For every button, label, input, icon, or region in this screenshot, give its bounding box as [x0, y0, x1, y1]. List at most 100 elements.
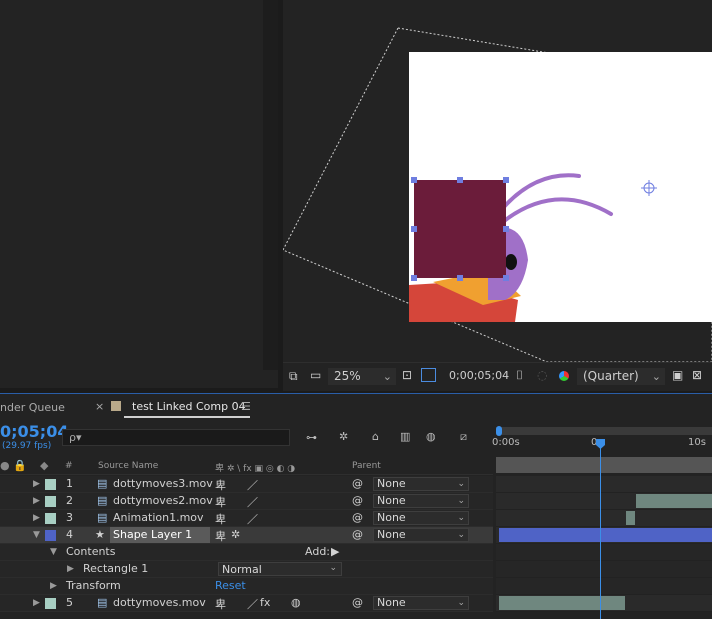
add-menu-icon[interactable]: ▶	[331, 545, 339, 558]
layer-search-input[interactable]: ρ▾	[62, 429, 290, 446]
pickwhip-icon[interactable]: @	[352, 528, 363, 541]
track-5[interactable]	[496, 595, 712, 612]
layer-number: 5	[66, 596, 73, 609]
pickwhip-icon[interactable]: @	[352, 511, 363, 524]
layer-row-5[interactable]: ▶ 5 ▤ dottymoves.mov 卑 ／ fx ◍ @ None ⌄	[0, 595, 493, 612]
motion-blur-icon[interactable]: ◍	[426, 430, 436, 443]
work-area-start-handle[interactable]	[496, 426, 502, 436]
source-name-header[interactable]: Source Name	[98, 461, 158, 471]
collapse-triangle-icon[interactable]: ▼	[50, 547, 57, 557]
timeline-header-strip	[496, 457, 712, 473]
collapse-triangle-icon[interactable]: ▼	[33, 530, 40, 540]
quality-switch-icon[interactable]: ／	[247, 596, 258, 612]
close-icon[interactable]: ×	[95, 400, 104, 413]
parent-dropdown[interactable]: None ⌄	[373, 511, 469, 525]
layer-duration-bar-3[interactable]	[626, 511, 635, 525]
rectangle-row[interactable]: ▶ Rectangle 1 Normal ⌄	[0, 561, 493, 578]
contents-label: Contents	[66, 545, 116, 558]
fast-previews-icon[interactable]: ▣	[672, 368, 683, 382]
parent-dropdown[interactable]: None ⌄	[373, 477, 469, 491]
chevron-down-icon: ⌄	[457, 496, 465, 506]
label-color-swatch[interactable]	[45, 598, 56, 609]
camera-icon[interactable]: ⌷	[516, 368, 523, 383]
grid-guides-icon[interactable]: ⊠	[692, 368, 702, 382]
shy-layers-icon[interactable]: ⌂	[372, 430, 379, 443]
footage-icon: ▤	[97, 596, 108, 609]
label-color-swatch[interactable]	[45, 496, 56, 507]
work-area-bar[interactable]	[496, 427, 712, 435]
pickwhip-icon[interactable]: @	[352, 494, 363, 507]
parent-dropdown[interactable]: None ⌄	[373, 596, 469, 610]
layer-number: 3	[66, 511, 73, 524]
composition-viewer[interactable]	[283, 0, 712, 362]
shy-switch-icon[interactable]: 卑	[215, 494, 226, 510]
shy-switch-icon[interactable]: 卑	[215, 596, 226, 612]
layer-duration-bar-2[interactable]	[636, 494, 712, 508]
track-4[interactable]	[496, 527, 712, 544]
effects-switch-icon[interactable]: fx	[260, 596, 270, 609]
layer-name[interactable]: dottymoves2.mov	[113, 494, 213, 507]
panel-scrollbar[interactable]	[263, 0, 278, 370]
layer-duration-bar-5[interactable]	[499, 596, 625, 610]
viewer-timecode[interactable]: 0;00;05;04	[449, 369, 509, 382]
transparency-grid-icon[interactable]	[421, 368, 436, 382]
pickwhip-icon[interactable]: @	[352, 477, 363, 490]
monitor-icon[interactable]: ▭	[310, 368, 321, 382]
comp-mini-flowchart-icon[interactable]: ⊶	[306, 431, 317, 444]
motion-blur-switch-icon[interactable]: ◍	[291, 596, 301, 609]
region-of-interest-icon[interactable]: ⊡	[402, 368, 412, 382]
viewer-canvas	[283, 27, 712, 362]
layer-name[interactable]: Shape Layer 1	[113, 528, 192, 541]
label-color-swatch[interactable]	[45, 479, 56, 490]
frame-blending-icon[interactable]: ▥	[400, 430, 410, 443]
expand-triangle-icon[interactable]: ▶	[33, 479, 40, 489]
shy-switch-icon[interactable]: 卑	[215, 511, 226, 527]
current-time-display[interactable]: 0;05;04	[0, 422, 68, 441]
show-snapshot-icon[interactable]: ◌	[537, 368, 547, 382]
label-color-swatch[interactable]	[45, 513, 56, 524]
layer-row-2[interactable]: ▶ 2 ▤ dottymoves2.mov 卑 ／ @ None ⌄	[0, 493, 493, 510]
panel-menu-icon[interactable]: ☰	[241, 400, 251, 413]
layer-name[interactable]: dottymoves.mov	[113, 596, 206, 609]
blend-mode-dropdown[interactable]: Normal ⌄	[218, 562, 342, 576]
layer-name[interactable]: dottymoves3.mov	[113, 477, 213, 490]
layer-row-3[interactable]: ▶ 3 ▤ Animation1.mov 卑 ／ @ None ⌄	[0, 510, 493, 527]
layer-name[interactable]: Animation1.mov	[113, 511, 204, 524]
track-2[interactable]	[496, 493, 712, 510]
expand-triangle-icon[interactable]: ▶	[33, 496, 40, 506]
parent-dropdown[interactable]: None ⌄	[373, 494, 469, 508]
comp-label-swatch	[111, 401, 121, 411]
shy-switch-icon[interactable]: 卑	[215, 477, 226, 493]
track-1[interactable]	[496, 476, 712, 493]
transform-row[interactable]: ▶ Transform Reset	[0, 578, 493, 595]
layer-row-4[interactable]: ▼ 4 ★ Shape Layer 1 卑 ✲ @ None ⌄	[0, 527, 493, 544]
current-time-indicator-line[interactable]	[600, 439, 601, 619]
parent-dropdown[interactable]: None ⌄	[373, 528, 469, 542]
expand-triangle-icon[interactable]: ▶	[67, 564, 74, 574]
layer-duration-bar-4[interactable]	[499, 528, 712, 542]
collapse-switch-icon[interactable]: ✲	[231, 528, 240, 541]
layer-number: 2	[66, 494, 73, 507]
expand-triangle-icon[interactable]: ▶	[33, 513, 40, 523]
label-color-swatch[interactable]	[45, 530, 56, 541]
graph-editor-icon[interactable]: ⧄	[460, 430, 467, 444]
shy-switch-icon[interactable]: 卑	[215, 528, 226, 544]
tab-test-linked-comp[interactable]: test Linked Comp 04	[132, 400, 246, 413]
quality-switch-icon[interactable]: ／	[247, 511, 258, 527]
pickwhip-icon[interactable]: @	[352, 596, 363, 609]
reset-link[interactable]: Reset	[215, 579, 246, 592]
expand-triangle-icon[interactable]: ▶	[33, 598, 40, 608]
tab-render-queue[interactable]: nder Queue	[0, 401, 65, 414]
contents-row[interactable]: ▼ Contents Add: ▶	[0, 544, 493, 561]
resolution-dropdown[interactable]: (Quarter) ⌄	[577, 368, 665, 385]
expand-triangle-icon[interactable]: ▶	[50, 581, 57, 591]
layer-column-headers: ● 🔒 ◆ # Source Name 卑 ✲ \ fx ▣ ◎ ◐ ◑ Par…	[0, 458, 493, 475]
color-channels-icon[interactable]	[559, 371, 569, 381]
quality-switch-icon[interactable]: ／	[247, 494, 258, 510]
quality-switch-icon[interactable]: ／	[247, 477, 258, 493]
draft-3d-icon[interactable]: ✲	[339, 430, 348, 443]
track-3[interactable]	[496, 510, 712, 527]
always-preview-icon[interactable]: ⧉	[289, 369, 298, 384]
layer-row-1[interactable]: ▶ 1 ▤ dottymoves3.mov 卑 ／ @ None ⌄	[0, 476, 493, 493]
zoom-dropdown[interactable]: 25% ⌄	[328, 368, 396, 385]
